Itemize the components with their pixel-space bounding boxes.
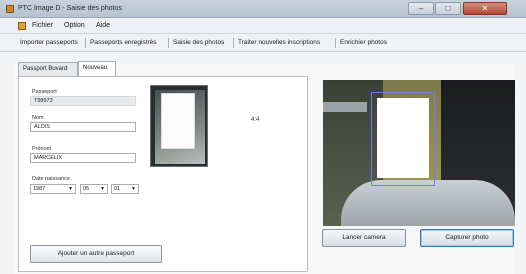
toolbar-import-passports[interactable]: Importer passeports	[18, 38, 80, 47]
passport-label: Passeport	[32, 89, 57, 95]
app-icon	[6, 5, 14, 13]
toolbar: Importer passeports Passeports enregistr…	[0, 34, 526, 52]
launch-camera-button[interactable]: Lancer camera	[322, 229, 406, 247]
toolbar-separator	[335, 38, 336, 48]
menu-option[interactable]: Option	[64, 22, 85, 29]
camera-subject-body	[341, 180, 515, 226]
birth-year-select[interactable]: 1987 ▼	[30, 184, 76, 194]
capture-photo-button[interactable]: Capturer photo	[420, 229, 514, 247]
birth-month-select[interactable]: 05 ▼	[80, 184, 108, 194]
toolbar-separator	[233, 38, 234, 48]
prenom-field[interactable]: MARCELIX	[30, 153, 136, 163]
photo-preview	[150, 85, 208, 167]
dropdown-arrow-icon: ▼	[131, 186, 136, 192]
menu-aide[interactable]: Aide	[96, 22, 110, 29]
maximize-button[interactable]: □	[435, 2, 461, 15]
title-bar: PTC Image D - Saisie des photos – □ ✕	[0, 0, 526, 18]
crop-ratio: 4:4	[251, 117, 260, 123]
dropdown-arrow-icon: ▼	[100, 186, 105, 192]
toolbar-separator	[168, 38, 169, 48]
photo-face-crop	[161, 93, 195, 149]
tab-nouveau[interactable]: Nouveau	[78, 61, 116, 77]
birthdate-label: Date naissance	[32, 176, 70, 182]
close-button[interactable]: ✕	[463, 2, 507, 15]
birth-day-value: 01	[114, 186, 121, 192]
menu-fichier[interactable]: Fichier	[32, 22, 53, 29]
camera-feed	[323, 80, 515, 226]
toolbar-separator	[85, 38, 86, 48]
nom-field[interactable]: ALDIS	[30, 122, 136, 132]
toolbar-saved-passports[interactable]: Passeports enregistrés	[88, 38, 158, 47]
add-passport-button[interactable]: Ajouter un autre passeport	[30, 245, 162, 263]
camera-shelf	[323, 102, 367, 112]
toolbar-photo-entry[interactable]: Saisie des photos	[171, 38, 226, 47]
passport-field: T98973	[30, 96, 136, 106]
nom-label: Nom	[32, 115, 44, 121]
toolbar-new-registrations[interactable]: Traiter nouvelles inscriptions	[236, 38, 322, 47]
menu-bar: Fichier Option Aide	[0, 18, 526, 34]
minimize-button[interactable]: –	[408, 2, 434, 15]
birth-year-value: 1987	[33, 186, 46, 192]
prenom-label: Prénom	[32, 146, 52, 152]
window-title: PTC Image D - Saisie des photos	[18, 5, 122, 12]
face-detection-box	[371, 92, 435, 186]
birth-day-select[interactable]: 01 ▼	[111, 184, 139, 194]
toolbar-enrich-photos[interactable]: Enrichier photos	[338, 38, 389, 47]
tab-passport-buvard[interactable]: Passport Buvard	[18, 62, 78, 76]
birth-month-value: 05	[83, 186, 90, 192]
dropdown-arrow-icon: ▼	[68, 186, 73, 192]
menu-app-icon	[18, 22, 26, 30]
